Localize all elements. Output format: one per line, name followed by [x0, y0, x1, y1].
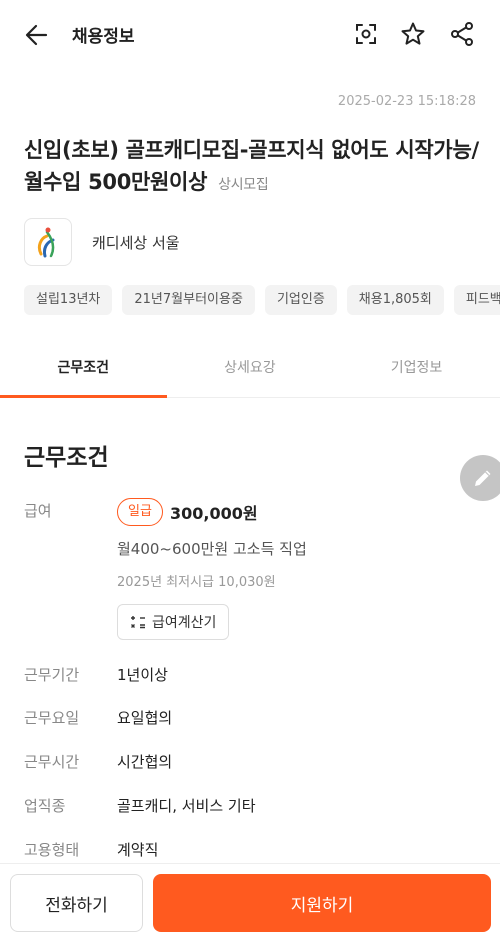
- tag-item: 채용1,805회: [346, 285, 444, 315]
- company-tags: 설립13년차 21년7월부터이용중 기업인증 채용1,805회 피드백: [24, 285, 500, 315]
- workdays-value: 요일협의: [117, 709, 173, 727]
- tag-item: 피드백: [453, 285, 500, 315]
- hours-value: 시간협의: [117, 753, 173, 771]
- call-button[interactable]: 전화하기: [10, 874, 143, 932]
- pay-amount: 300,000원: [170, 504, 258, 523]
- job-title: 신입(초보) 골프캐디모집-골프지식 없어도 시작가능/월수입 500만원이상 …: [24, 134, 484, 201]
- tag-item: 기업인증: [264, 285, 337, 315]
- workdays-label: 근무요일: [24, 709, 80, 727]
- minimum-wage-note: 2025년 최저시급 10,030원: [117, 575, 276, 590]
- star-icon: [401, 22, 425, 45]
- employment-type-value: 계약직: [117, 841, 159, 859]
- top-app-bar: 채용정보: [0, 0, 500, 70]
- company-logo-icon: [37, 227, 55, 258]
- edit-button[interactable]: [460, 455, 500, 501]
- back-button[interactable]: [22, 20, 52, 50]
- share-button[interactable]: [448, 20, 476, 48]
- job-category-label: 업직종: [24, 797, 66, 815]
- bookmark-button[interactable]: [399, 20, 427, 48]
- tab-conditions[interactable]: 근무조건: [0, 340, 167, 398]
- post-timestamp: 2025-02-23 15:18:28: [337, 94, 476, 109]
- tab-company-info[interactable]: 기업정보: [333, 340, 500, 397]
- page-title: 채용정보: [72, 27, 135, 47]
- company-row[interactable]: 캐디세상 서울: [24, 218, 180, 266]
- salary-calculator-button[interactable]: 급여계산기: [117, 604, 230, 640]
- monthly-income: 월400~600만원 고소득 직업: [117, 540, 307, 558]
- salary-calculator-label: 급여계산기: [152, 615, 217, 631]
- bottom-action-bar: 전화하기 지원하기: [0, 863, 500, 941]
- company-name: 캐디세상 서울: [92, 233, 180, 252]
- employment-type-label: 고용형태: [24, 841, 80, 859]
- hours-label: 근무시간: [24, 753, 80, 771]
- apply-button[interactable]: 지원하기: [153, 874, 491, 932]
- tag-item: 21년7월부터이용중: [122, 285, 255, 315]
- company-logo: [24, 218, 72, 266]
- share-icon: [451, 22, 473, 46]
- section-title: 근무조건: [24, 445, 109, 471]
- detail-tabs: 근무조건 상세요강 기업정보: [0, 340, 500, 398]
- pencil-icon: [475, 470, 491, 486]
- pay-label: 급여: [24, 502, 52, 520]
- period-label: 근무기간: [24, 666, 80, 684]
- period-value: 1년이상: [117, 666, 168, 684]
- tab-details[interactable]: 상세요강: [167, 340, 334, 397]
- pay-type-badge: 일급: [117, 498, 163, 526]
- recruit-status: 상시모집: [218, 177, 269, 193]
- scan-icon: [356, 24, 376, 44]
- tag-item: 설립13년차: [24, 285, 113, 315]
- calculator-icon: [131, 616, 145, 629]
- job-category-value: 골프캐디, 서비스 기타: [117, 797, 256, 815]
- back-arrow-icon: [25, 24, 48, 46]
- scan-button[interactable]: [352, 20, 380, 48]
